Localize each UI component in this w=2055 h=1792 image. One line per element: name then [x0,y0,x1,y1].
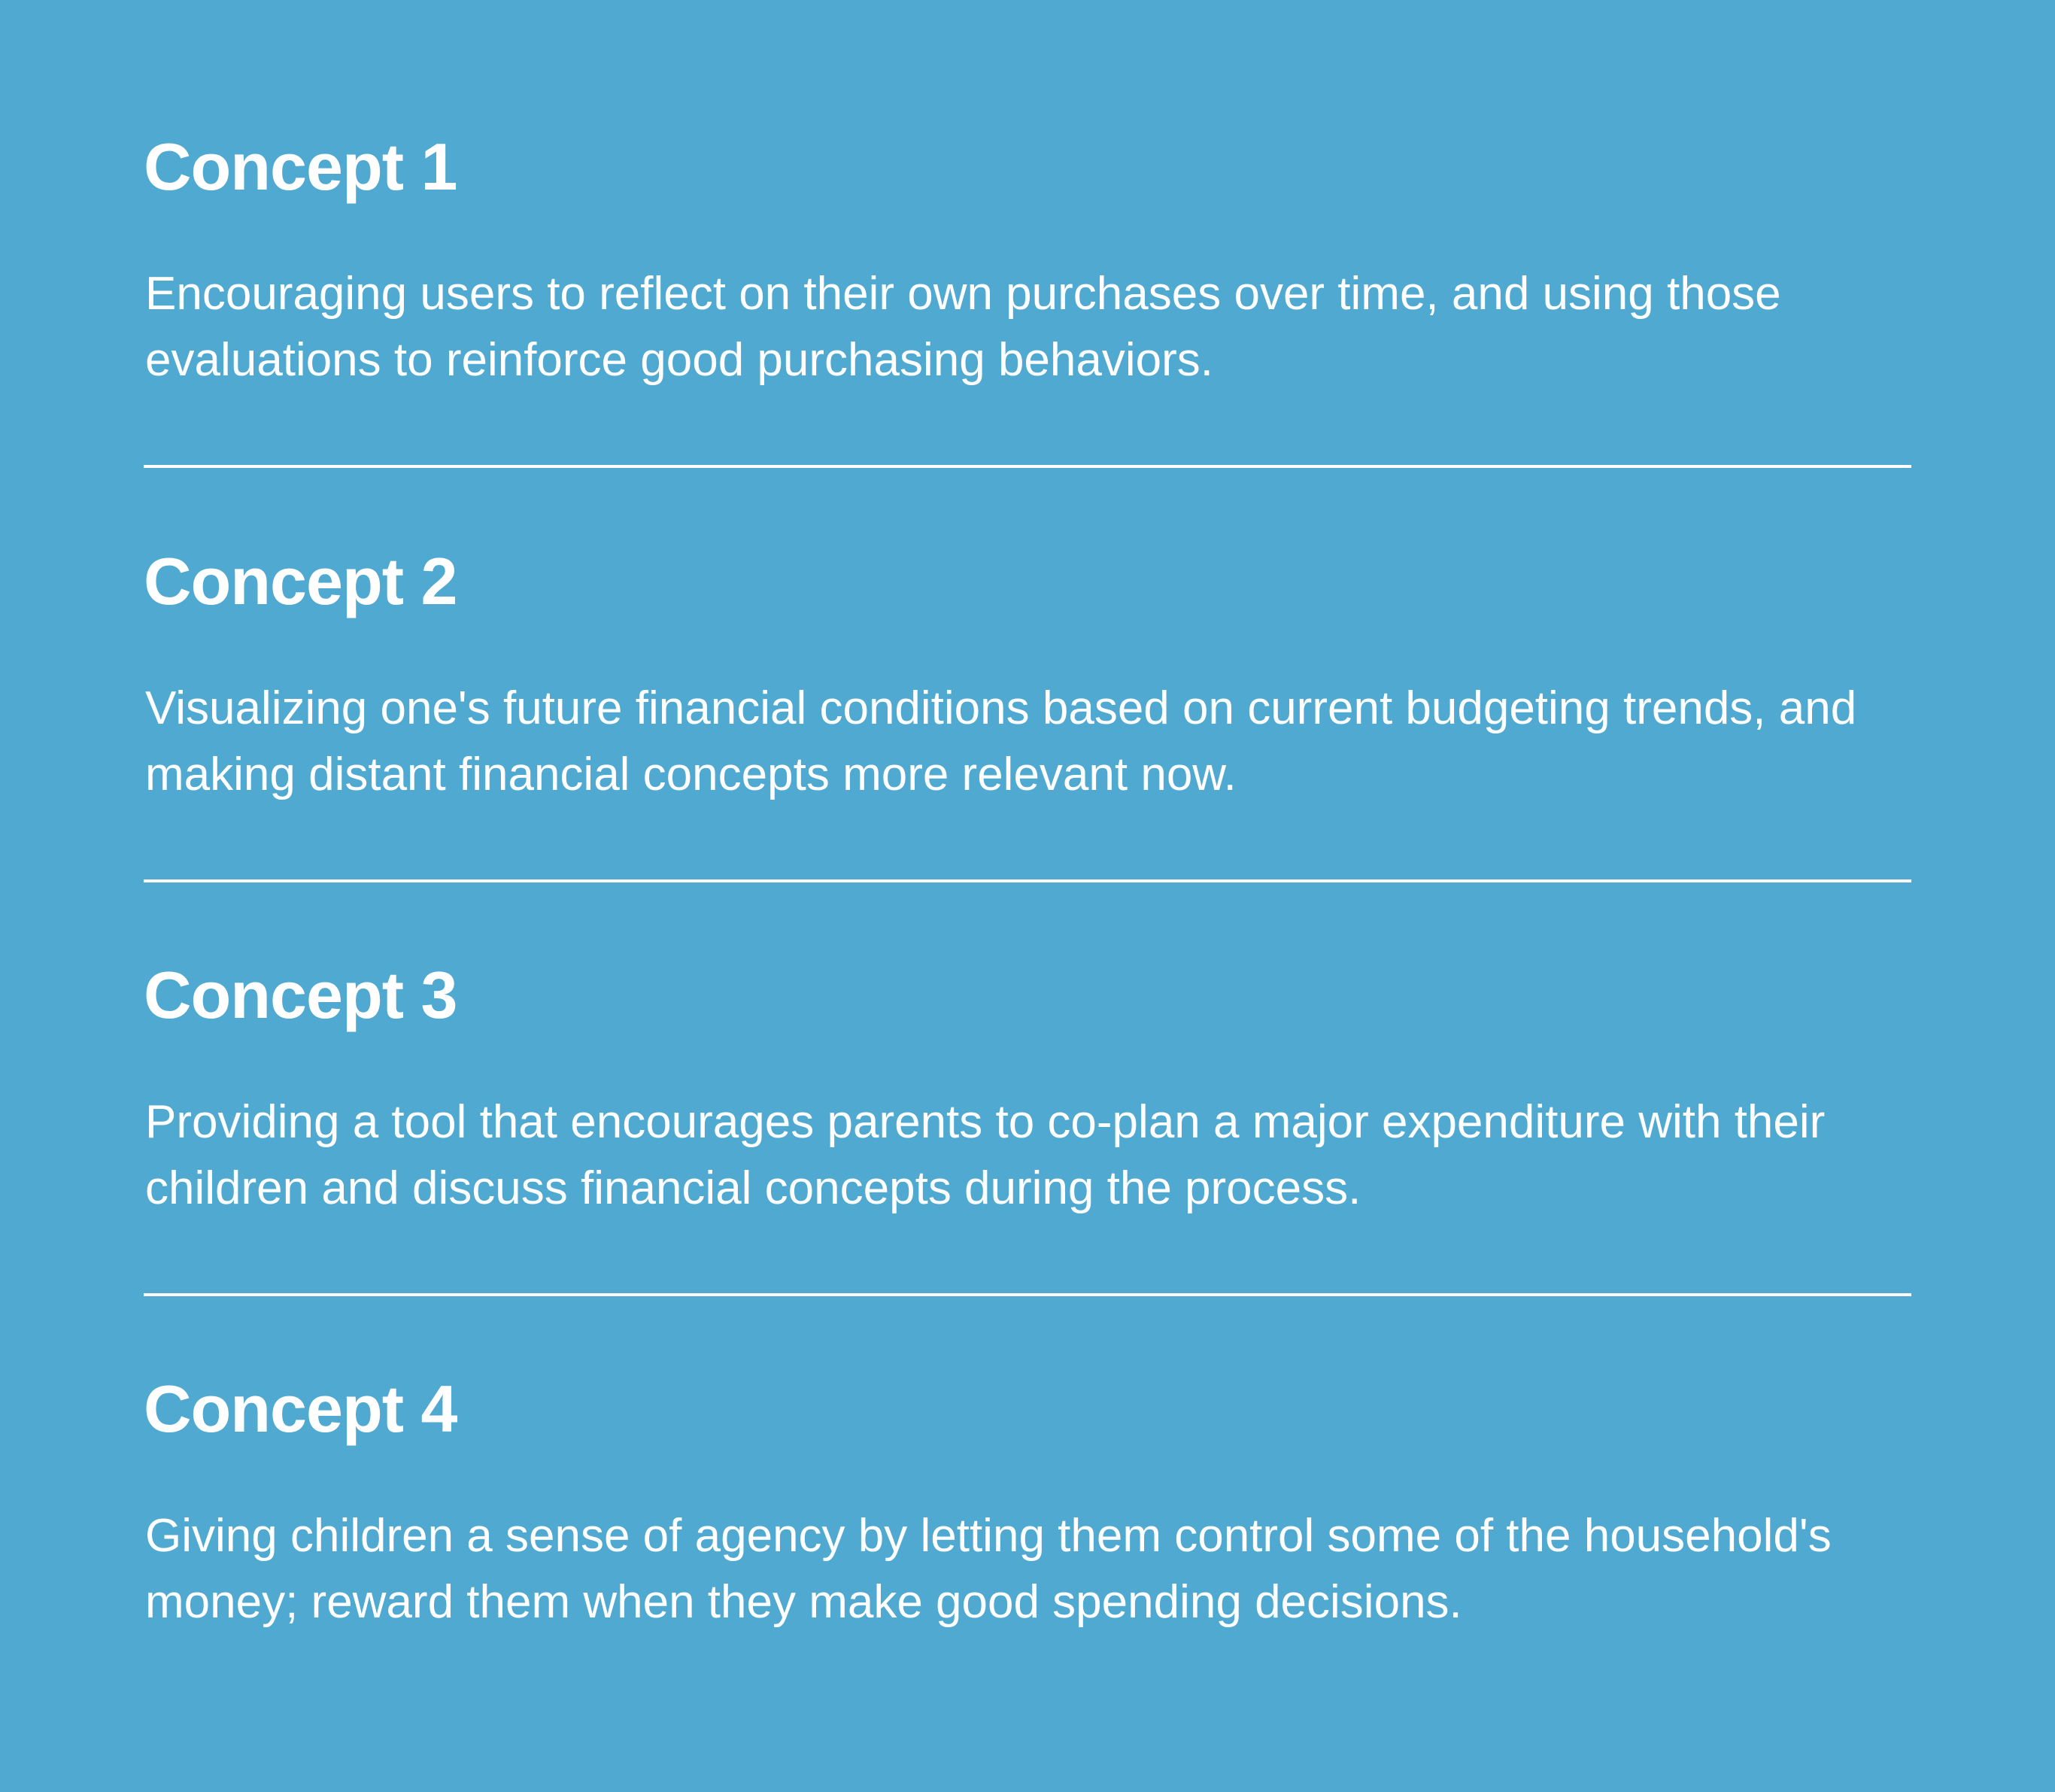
concept-description: Providing a tool that encourages parents… [145,1096,1826,1214]
concept-section-2: Concept 2 Visualizing one's future finan… [144,544,1911,800]
concept-title: Concept 3 [144,958,457,1032]
concept-section-3: Concept 3 Providing a tool that encourag… [144,958,1911,1214]
concept-description: Encouraging users to reflect on their ow… [145,268,1781,386]
section-divider [144,465,1911,468]
section-divider [144,879,1911,882]
section-divider [144,1293,1911,1296]
concept-description: Giving children a sense of agency by let… [145,1510,1832,1628]
concept-description: Visualizing one's future financial condi… [145,682,1857,800]
concept-section-4: Concept 4 Giving children a sense of age… [144,1371,1911,1628]
concepts-panel: Concept 1 Encouraging users to reflect o… [0,0,2055,1792]
concept-title: Concept 1 [144,129,457,204]
concept-title: Concept 2 [144,544,457,618]
concept-section-1: Concept 1 Encouraging users to reflect o… [144,129,1911,386]
concept-title: Concept 4 [144,1371,457,1446]
